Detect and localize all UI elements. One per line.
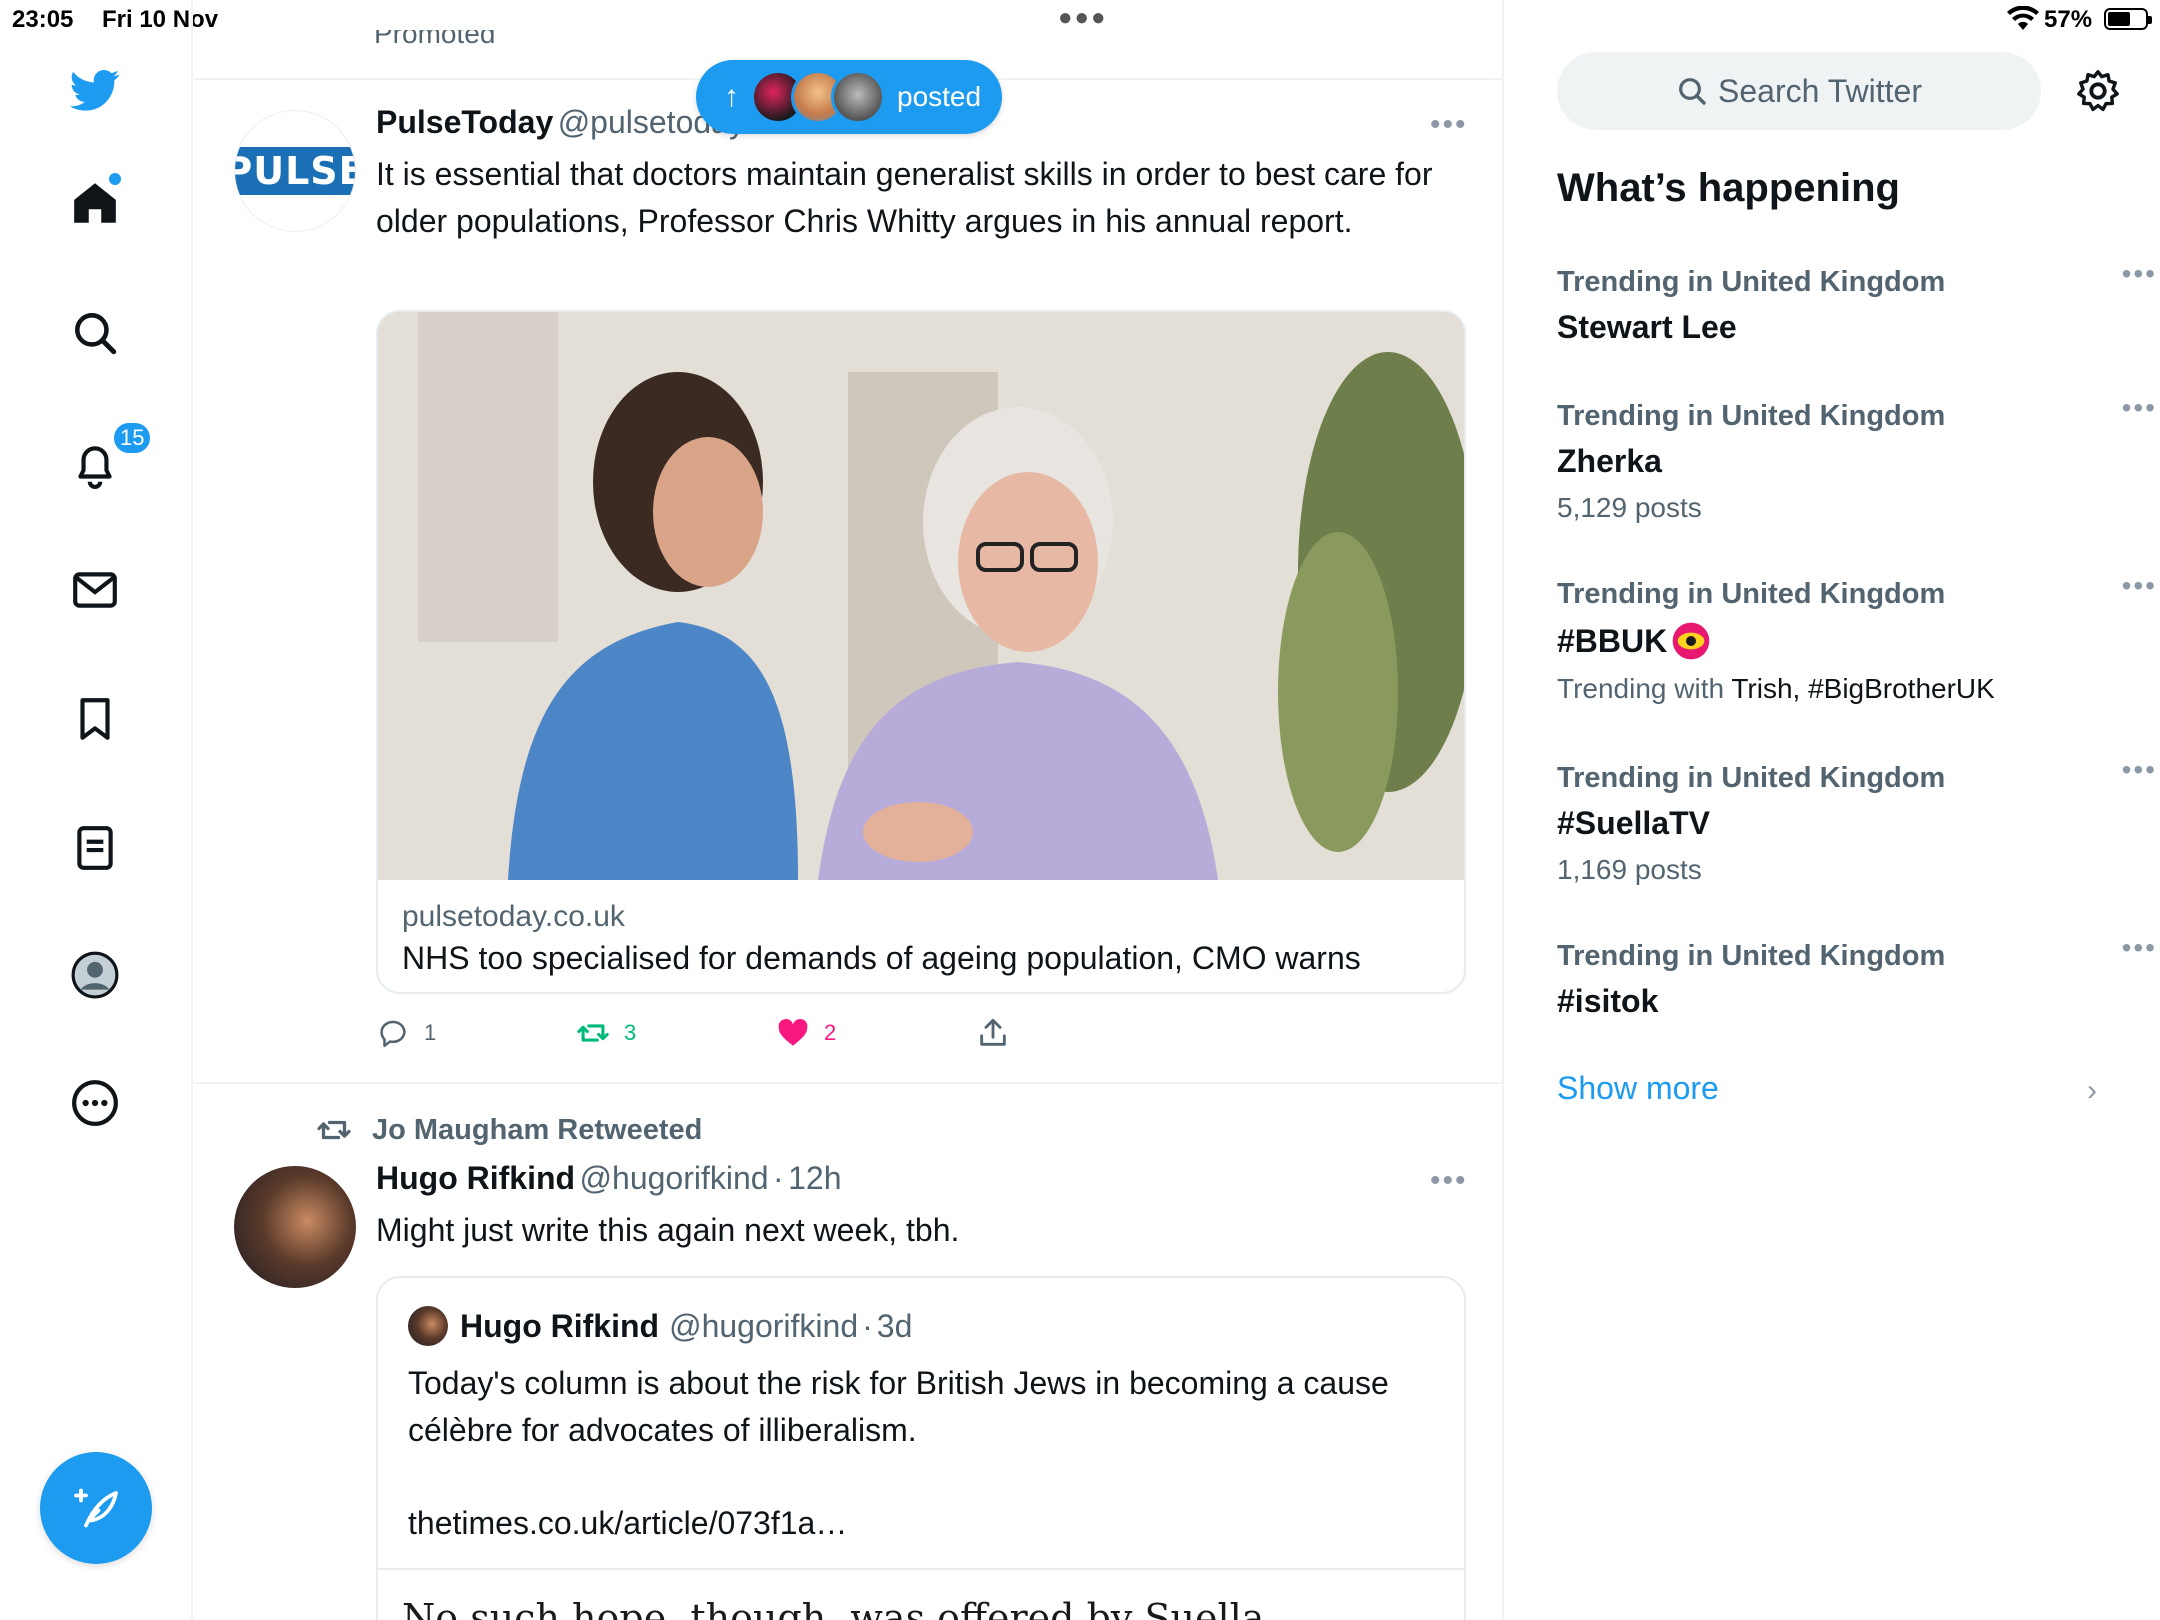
left-nav: 15 [0,0,193,1620]
timeline: Promoted ↑ posted PULSE PulseToday @puls… [194,0,1504,1620]
retweeted-by-label[interactable]: Jo Maugham Retweeted [372,1114,702,1147]
link-card-headline: NHS too specialised for demands of agein… [402,940,1361,976]
compose-tweet-button[interactable] [40,1452,152,1564]
quoted-tweet-link[interactable]: thetimes.co.uk/article/073f1a… [408,1500,847,1547]
tweet-author-name[interactable]: Hugo Rifkind [376,1160,575,1196]
trend-more-icon[interactable]: ••• [2122,258,2157,290]
reply-icon [380,1020,406,1048]
reply-button[interactable]: 1 [376,1016,436,1050]
twitter-logo-icon[interactable] [67,62,123,118]
trend-name: #SuellaTV [1557,805,1710,841]
tweet-author-name[interactable]: PulseToday [376,104,553,140]
quote-divider [378,1568,1464,1570]
trend-related-prefix: Trending with [1557,673,1725,704]
quoted-tweet-text: Today's column is about the risk for Bri… [408,1365,1389,1448]
more-options-icon[interactable] [67,1075,123,1131]
trend-more-icon[interactable]: ••• [2122,754,2157,786]
like-button[interactable]: 2 [776,1016,836,1050]
trend-name: Stewart Lee [1557,309,1737,345]
quoted-tweet-header: Hugo Rifkind @hugorifkind · 3d [408,1306,912,1346]
tweet-separator: · [862,1307,873,1344]
trend-context: Trending in United Kingdom [1557,400,1946,432]
like-count: 2 [824,1020,837,1045]
tweet-time[interactable]: 12h [788,1160,841,1196]
trend-item[interactable]: Trending in United Kingdom Zherka 5,129 … [1557,392,2155,524]
pulsetoday-avatar[interactable]: PULSE [234,110,356,232]
trend-name-row: #BBUK [1557,621,2117,661]
trend-post-count: 5,129 posts [1557,492,1702,523]
quoted-tweet[interactable]: Hugo Rifkind @hugorifkind · 3d Today's c… [376,1276,1466,1620]
home-icon[interactable] [67,173,123,231]
notifications-bell-icon[interactable]: 15 [67,420,154,492]
avatar [831,70,885,124]
tweet-author-handle[interactable]: @hugorifkind [580,1160,769,1196]
retweet-button[interactable]: 3 [576,1016,636,1050]
trend-name: #BBUK [1557,622,1668,659]
trend-more-icon[interactable]: ••• [2122,570,2157,602]
lists-icon[interactable] [67,820,123,876]
trend-context: Trending in United Kingdom [1557,266,1946,298]
big-brother-eye-icon [1672,622,1710,660]
heart-icon [778,1018,808,1046]
share-icon [980,1018,1006,1046]
quoted-author-name: Hugo Rifkind [460,1307,660,1344]
tweet-more-icon[interactable]: ••• [1430,1164,1468,1198]
tweet-text: It is essential that doctors maintain ge… [376,156,1433,239]
article-snippet: No such hope, though, was offered by Sue… [402,1596,1265,1620]
trend-context: Trending in United Kingdom [1557,762,1946,794]
quoted-author-handle: @hugorifkind [669,1307,859,1344]
retweeted-by-row: Jo Maugham Retweeted [316,1112,702,1148]
trend-related-names[interactable]: Trish, #BigBrotherUK [1731,673,1995,704]
promoted-label: Promoted [374,18,496,46]
show-more-link[interactable]: Show more [1557,1070,1719,1107]
link-card-image [378,312,1464,880]
settings-gear-icon[interactable] [2075,68,2121,114]
right-sidebar: Search Twitter What’s happening Trending… [1505,0,2160,1620]
reply-count: 1 [424,1020,437,1045]
trend-item[interactable]: Trending in United Kingdom Stewart Lee •… [1557,258,2155,346]
trend-name: Zherka [1557,443,1662,479]
retweet-icon [317,1120,351,1140]
link-card-domain: pulsetoday.co.uk [402,900,625,933]
quoted-tweet-time: 3d [876,1307,913,1344]
compose-feather-icon [74,1488,118,1528]
search-input[interactable]: Search Twitter [1557,52,2041,130]
tweet-more-icon[interactable]: ••• [1430,108,1468,142]
retweet-icon [577,1024,609,1042]
home-unread-dot [109,173,121,185]
trend-item[interactable]: Trending in United Kingdom #SuellaTV 1,1… [1557,754,2155,886]
quoted-author-avatar [408,1306,448,1346]
trend-post-count: 1,169 posts [1557,854,1702,885]
search-icon [1679,78,1706,105]
trend-more-icon[interactable]: ••• [2122,392,2157,424]
trend-name: #isitok [1557,983,1659,1019]
retweet-count: 3 [624,1020,637,1045]
notifications-badge: 15 [111,420,154,456]
trend-item[interactable]: Trending in United Kingdom #BBUK Trendin… [1557,570,2155,705]
chevron-right-icon[interactable]: › [2087,1074,2097,1108]
bookmarks-icon[interactable] [67,691,123,747]
tweet-text: Might just write this again next week, t… [376,1212,960,1248]
link-card[interactable]: pulsetoday.co.uk NHS too specialised for… [376,310,1466,994]
tweet-divider [194,1082,1502,1084]
tweet-actions: 1 3 2 [376,1016,1076,1056]
tweet-header: Hugo Rifkind @hugorifkind · 12h [376,1160,842,1197]
whats-happening-title: What’s happening [1557,166,1900,210]
new-posts-label: posted [897,81,982,112]
explore-search-icon[interactable] [67,305,123,361]
tweet-separator: · [773,1160,784,1196]
arrow-up-icon: ↑ [724,80,739,113]
trend-item[interactable]: Trending in United Kingdom #isitok ••• [1557,932,2155,1020]
trend-context: Trending in United Kingdom [1557,578,1946,610]
search-placeholder: Search Twitter [1718,72,1922,109]
share-button[interactable] [976,1016,1010,1050]
hugo-rifkind-avatar[interactable] [234,1166,356,1288]
new-posts-pill[interactable]: ↑ posted [696,60,1002,134]
trend-related: Trending with Trish, #BigBrotherUK [1557,673,2117,705]
profile-avatar-icon[interactable] [67,947,123,1003]
trend-context: Trending in United Kingdom [1557,940,1946,972]
pulse-logo: PULSE [235,147,355,195]
trend-more-icon[interactable]: ••• [2122,932,2157,964]
messages-envelope-icon[interactable] [67,562,123,618]
